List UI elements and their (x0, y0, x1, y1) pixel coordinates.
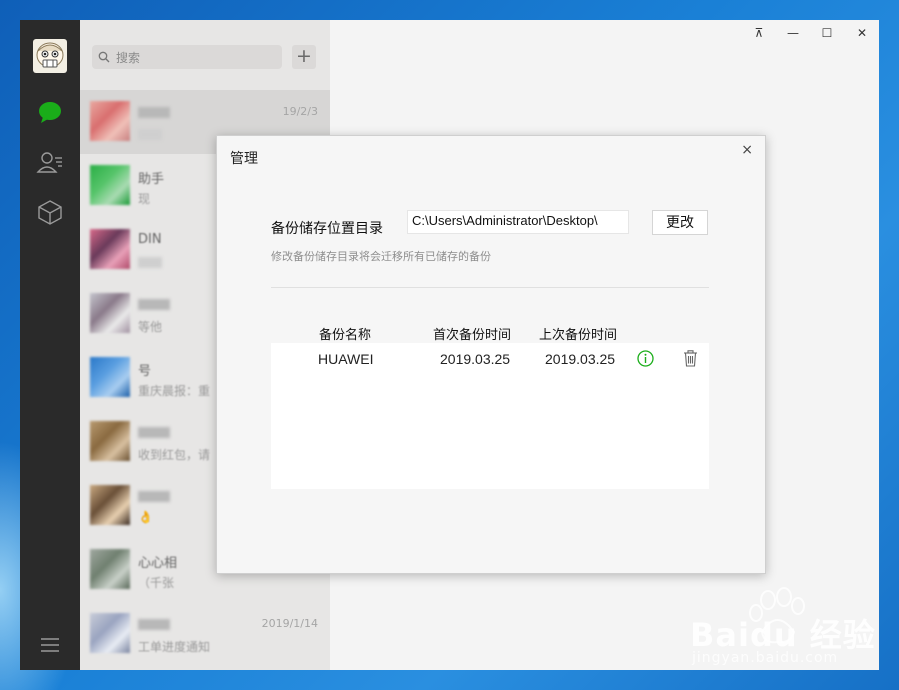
contact-avatar (90, 421, 130, 461)
favorites-icon[interactable] (36, 198, 64, 226)
wechat-window: 搜索 + 19/2/3 助手现 DIN 等他号重庆晨报：重 收到红包，请 👌 心心相 （千张工… (20, 20, 879, 670)
message-preview: （千张 (138, 576, 175, 590)
avatar[interactable] (33, 39, 67, 73)
contact-name: 号 (138, 364, 152, 379)
maximize-button[interactable]: ☐ (818, 26, 836, 40)
contact-avatar (90, 101, 130, 141)
baidu-watermark: Baidu 经验 jingyan.baidu.com (680, 580, 890, 670)
close-button[interactable]: ✕ (853, 26, 871, 40)
contact-avatar (90, 229, 130, 269)
last-backup-time: 2019.03.25 (545, 351, 616, 367)
contact-avatar (90, 613, 130, 653)
contact-name: 心心相 (138, 556, 178, 571)
contact-avatar (90, 549, 130, 589)
message-time: 2019/1/14 (261, 617, 318, 630)
add-chat-button[interactable]: + (292, 45, 316, 69)
contact-avatar (90, 293, 130, 333)
backup-path-field[interactable]: C:\Users\Administrator\Desktop\ (407, 210, 629, 234)
column-header-last-backup: 上次备份时间 (539, 328, 618, 343)
message-preview: 👌 (138, 510, 153, 524)
manage-dialog: 管理 × 备份储存位置目录 C:\Users\Administrator\Des… (216, 135, 766, 574)
first-backup-time: 2019.03.25 (440, 351, 511, 367)
backup-name: HUAWEI (318, 351, 374, 367)
blurred-name-block (138, 299, 170, 310)
contact-name: DIN (138, 232, 162, 247)
message-preview: 重庆晨报：重 (138, 384, 211, 398)
watermark-url: jingyan.baidu.com (692, 650, 839, 666)
backup-path-label: 备份储存位置目录 (271, 221, 383, 237)
pin-button[interactable]: ⊼ (750, 26, 768, 40)
search-placeholder: 搜索 (116, 51, 141, 65)
blurred-message-block (138, 129, 162, 140)
info-icon[interactable] (637, 350, 654, 371)
blurred-name-block (138, 619, 170, 630)
sidebar (20, 20, 80, 670)
search-icon (98, 51, 110, 63)
chat-icon[interactable] (36, 98, 64, 126)
column-header-first-backup: 首次备份时间 (433, 328, 512, 343)
column-header-name: 备份名称 (319, 328, 372, 343)
blurred-name-block (138, 107, 170, 118)
message-preview: 等他 (138, 320, 163, 334)
message-preview: 工单进度通知 (138, 640, 211, 654)
dialog-close-button[interactable]: × (741, 142, 753, 158)
search-input[interactable]: 搜索 (92, 45, 282, 69)
path-hint: 修改备份储存目录将会迁移所有已储存的备份 (271, 250, 491, 263)
menu-icon[interactable] (36, 631, 64, 659)
backup-table: HUAWEI 2019.03.25 2019.03.25 (271, 343, 709, 489)
chat-list-item[interactable]: 工单进度通知 2019/1/14 (80, 602, 330, 666)
message-time: 19/2/3 (282, 105, 318, 118)
contact-name: 助手 (138, 172, 165, 187)
message-preview: 收到红包，请 (138, 448, 211, 462)
blurred-name-block (138, 491, 170, 502)
contacts-icon[interactable] (36, 148, 64, 176)
contact-avatar (90, 485, 130, 525)
contact-avatar (90, 357, 130, 397)
contact-avatar (90, 165, 130, 205)
divider (271, 287, 709, 288)
blurred-name-block (138, 427, 170, 438)
dialog-title: 管理 (230, 151, 258, 167)
change-path-button[interactable]: 更改 (652, 210, 708, 235)
blurred-message-block (138, 257, 162, 268)
message-preview: 现 (138, 192, 151, 206)
delete-icon[interactable] (683, 350, 698, 371)
minimize-button[interactable]: — (784, 26, 802, 40)
